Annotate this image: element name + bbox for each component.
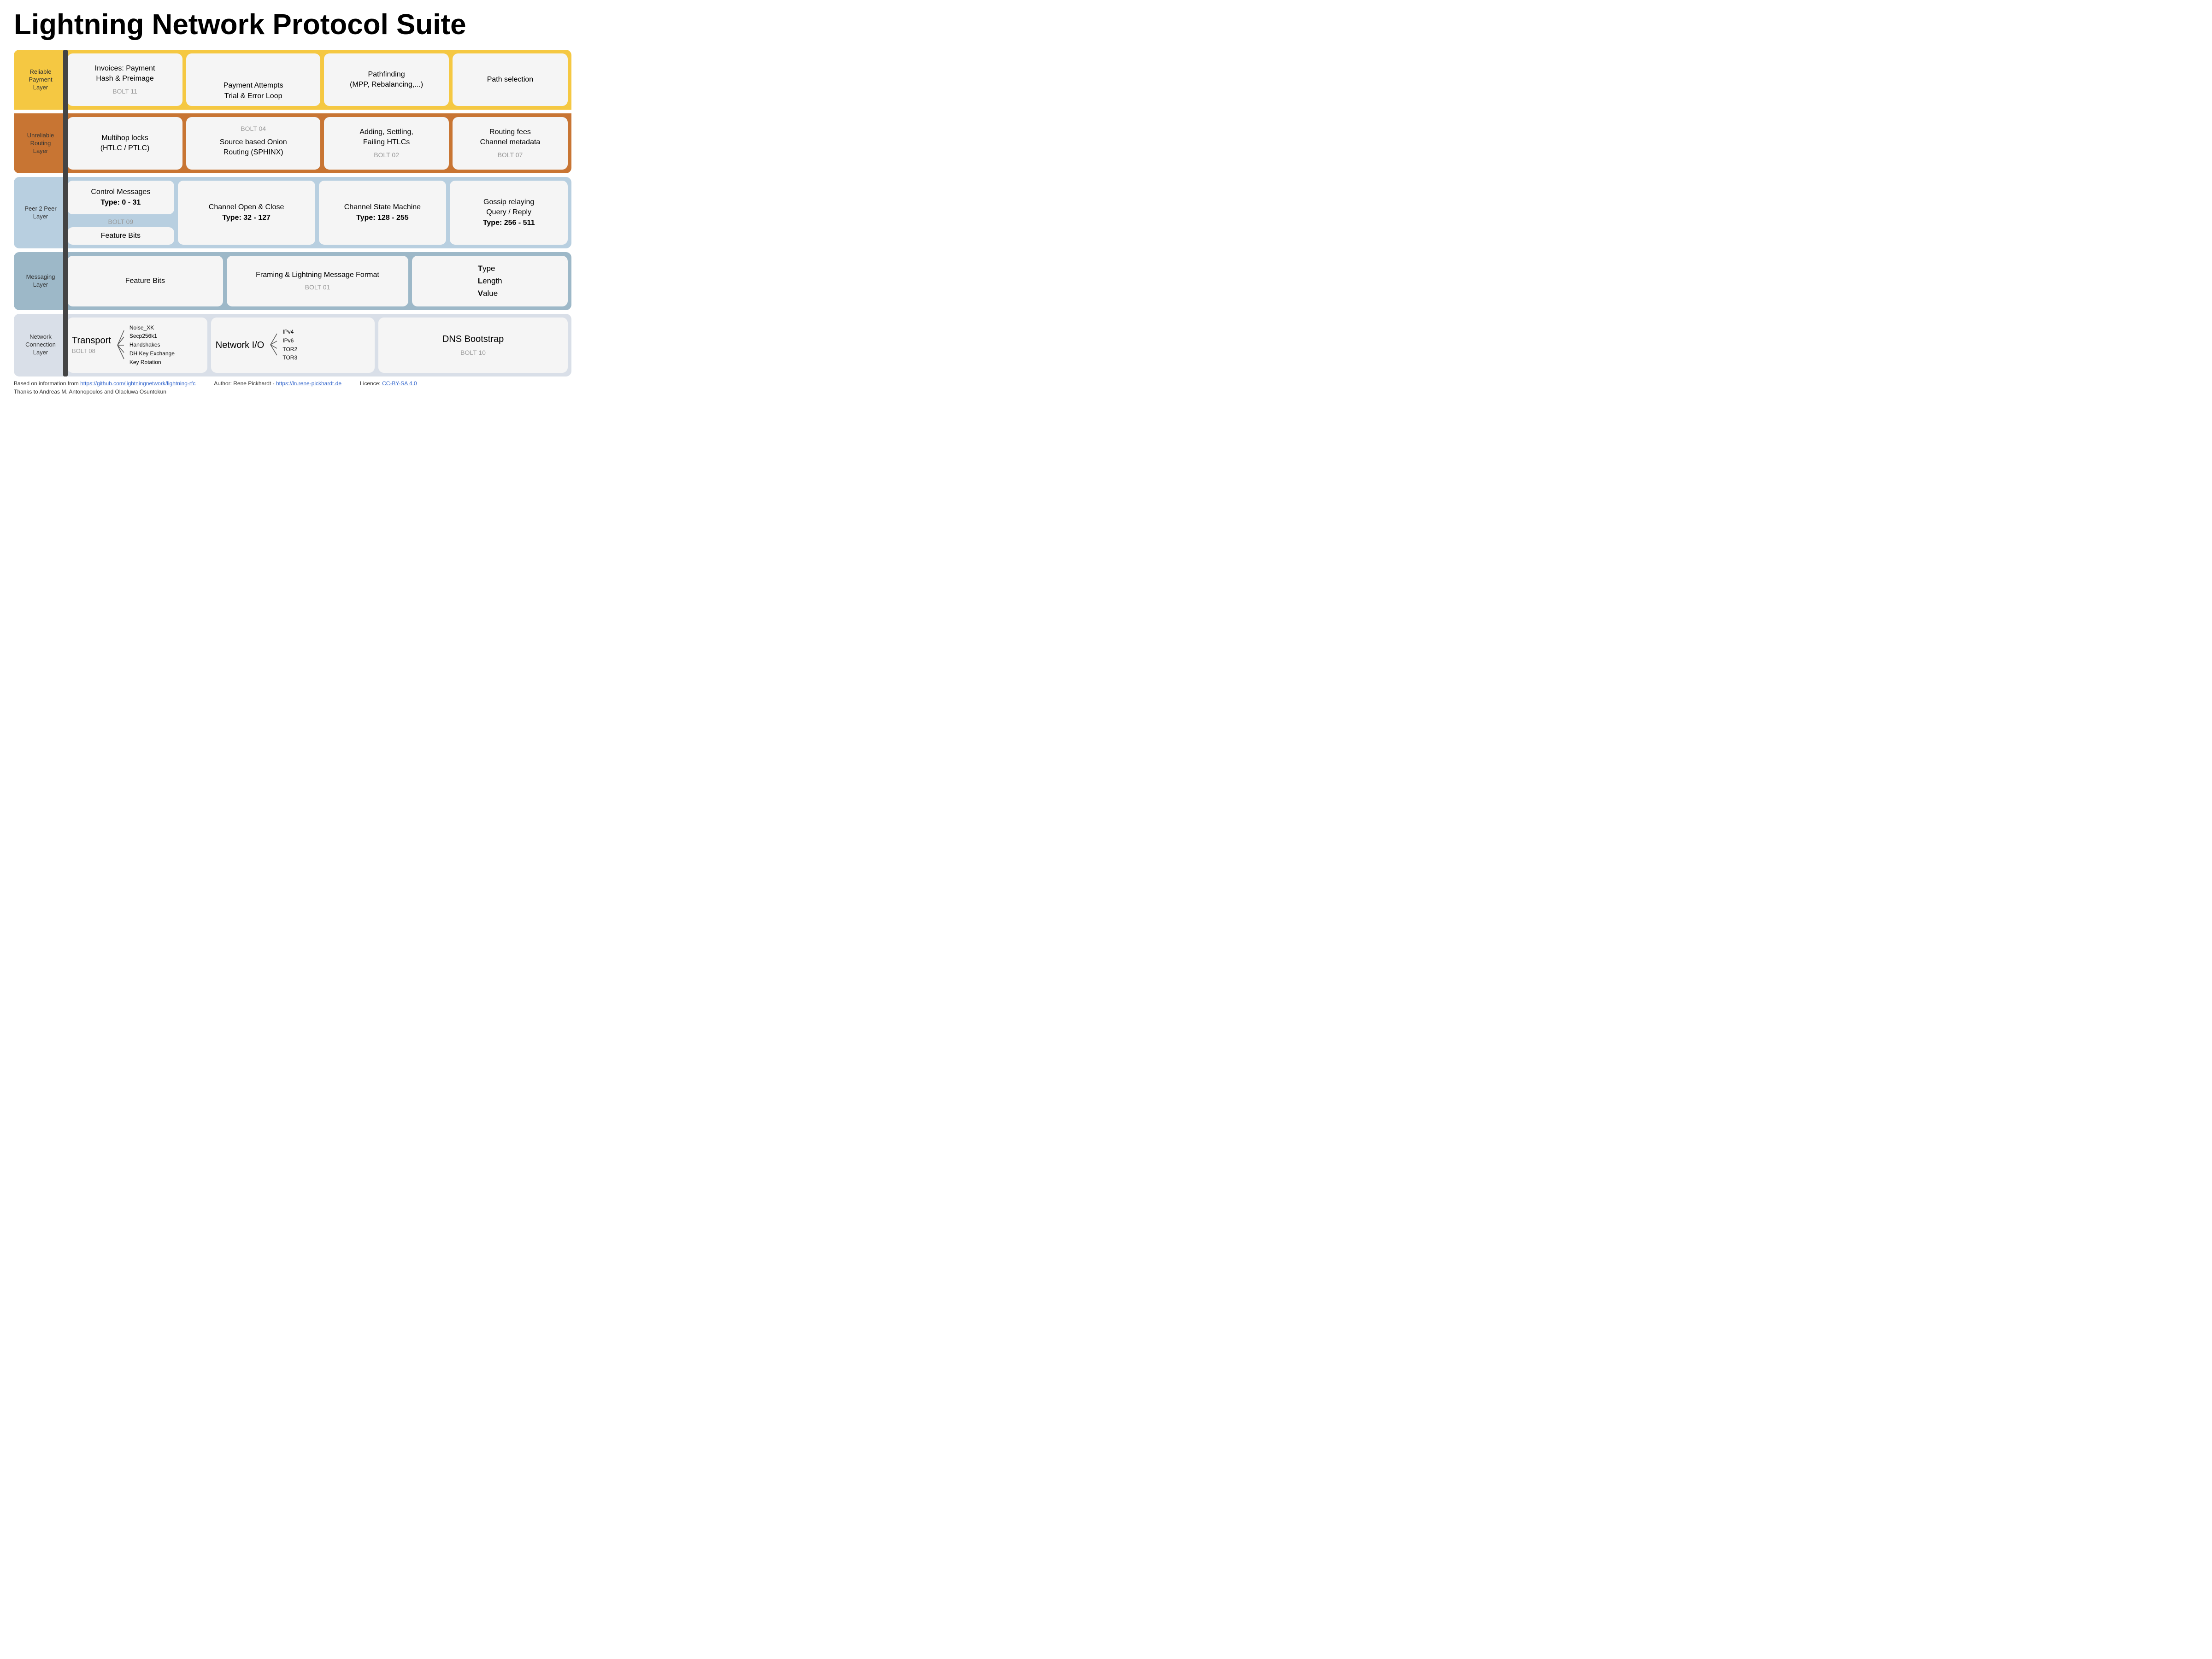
chan-state-type: Type: 128 - 255	[356, 213, 409, 223]
chan-open-card: Channel Open & Close Type: 32 - 127	[178, 181, 315, 245]
network-io-title: Network I/O	[216, 339, 265, 352]
network-io-ipv6: IPv6	[282, 337, 294, 345]
messaging-label: MessagingLayer	[18, 256, 64, 306]
footer-based-on: Based on information from https://github…	[14, 380, 195, 387]
sphinx-title: Source based OnionRouting (SPHINX)	[220, 137, 287, 158]
framing-title: Framing & Lightning Message Format	[256, 270, 379, 280]
network-io-tor3: TOR3	[282, 354, 297, 362]
messaging-cards: Feature Bits Framing & Lightning Message…	[67, 256, 568, 306]
footer-row1: Based on information from https://github…	[14, 380, 571, 387]
routing-fees-title: Routing feesChannel metadata	[480, 127, 541, 148]
routing-fees-card: Routing feesChannel metadata BOLT 07	[453, 117, 568, 170]
bolt11-title: Invoices: PaymentHash & Preimage	[95, 64, 155, 84]
tlv-card: Type Length Value	[412, 256, 568, 306]
footer-author: Author: Rene Pickhardt - https://ln.rene…	[214, 380, 341, 387]
reliable-payment-cards: Invoices: PaymentHash & Preimage BOLT 11…	[67, 53, 568, 106]
transport-title: Transport	[72, 334, 111, 347]
peer2peer-label: Peer 2 PeerLayer	[18, 181, 64, 245]
chan-state-title: Channel State Machine	[344, 202, 421, 212]
gossip-title: Gossip relayingQuery / Reply	[483, 197, 534, 218]
gossip-card: Gossip relayingQuery / Reply Type: 256 -…	[450, 181, 568, 245]
footer-thanks: Thanks to Andreas M. Antonopoulos and Ol…	[14, 388, 571, 395]
chan-open-type: Type: 32 - 127	[222, 213, 271, 223]
reliable-payment-label: ReliablePaymentLayer	[18, 53, 64, 106]
htlc-title: Adding, Settling,Failing HTLCs	[359, 127, 413, 148]
chan-state-card: Channel State Machine Type: 128 - 255	[319, 181, 447, 245]
unreliable-routing-label: UnreliableRoutingLayer	[18, 117, 64, 170]
pathfinding-title: Pathfinding(MPP, Rebalancing,...)	[350, 70, 423, 90]
transport-item-2: Secp256k1	[129, 332, 157, 340]
transport-card: Transport BOLT 08 Noise_XK Secp256k1 Han…	[67, 318, 207, 373]
author-link[interactable]: https://ln.rene-pickhardt.de	[276, 380, 341, 387]
transport-item-3: Handshakes	[129, 341, 160, 349]
network-io-card: Network I/O IPv4 IPv6 TOR2 TOR3	[211, 318, 375, 373]
bolt11-sub: BOLT 11	[112, 87, 137, 96]
path-selection-card: Path selection	[453, 53, 568, 106]
network-connection-cards: Transport BOLT 08 Noise_XK Secp256k1 Han…	[67, 318, 568, 373]
footer: Based on information from https://github…	[14, 380, 571, 395]
licence-link[interactable]: CC-BY-SA 4.0	[382, 380, 417, 387]
transport-item-5: Key Rotation	[129, 359, 161, 366]
peer2peer-cards: Control Messages Type: 0 - 31 BOLT 09 Fe…	[67, 181, 568, 245]
transport-branch-icon	[116, 327, 125, 364]
transport-sub: BOLT 08	[72, 347, 95, 355]
network-io-tor2: TOR2	[282, 346, 297, 353]
bolt04-sub: BOLT 04	[241, 124, 266, 134]
pathfinding-card: Pathfinding(MPP, Rebalancing,...)	[324, 53, 449, 106]
unreliable-routing-cards: Multihop locks(HTLC / PTLC) BOLT 04 Sour…	[67, 117, 568, 170]
vertical-bar	[63, 50, 68, 376]
htlc-card: Adding, Settling,Failing HTLCs BOLT 02	[324, 117, 449, 170]
feature-bits-title: Feature Bits	[125, 276, 165, 286]
transport-item-1: Noise_XK	[129, 324, 154, 332]
framing-card: Framing & Lightning Message Format BOLT …	[227, 256, 409, 306]
transport-items: Noise_XK Secp256k1 Handshakes DH Key Exc…	[129, 324, 175, 366]
p2p-left-col: Control Messages Type: 0 - 31 BOLT 09 Fe…	[67, 181, 174, 245]
chan-open-title: Channel Open & Close	[209, 202, 284, 212]
bolt07-sub: BOLT 07	[498, 151, 523, 160]
bolt02-sub: BOLT 02	[374, 151, 399, 160]
diagram-container: ReliablePaymentLayer Invoices: PaymentHa…	[14, 50, 571, 376]
bolt09-label: BOLT 09	[67, 216, 174, 225]
github-link[interactable]: https://github.com/lightningnetwork/ligh…	[80, 380, 195, 387]
multihop-title: Multihop locks(HTLC / PTLC)	[100, 133, 150, 154]
bolt04-top-title: Payment AttemptsTrial & Error Loop	[224, 81, 283, 101]
control-msg-type: Type: 0 - 31	[100, 198, 141, 208]
unreliable-routing-row: UnreliableRoutingLayer Multihop locks(HT…	[14, 113, 571, 173]
tlv-content: Type Length Value	[478, 262, 502, 300]
transport-title-group: Transport BOLT 08	[72, 334, 111, 355]
bolt10-sub: BOLT 10	[460, 348, 486, 358]
network-connection-label: NetworkConnectionLayer	[18, 318, 64, 373]
network-io-items: IPv4 IPv6 TOR2 TOR3	[282, 328, 297, 362]
bolt11-card: Invoices: PaymentHash & Preimage BOLT 11	[67, 53, 182, 106]
messaging-row: MessagingLayer Feature Bits Framing & Li…	[14, 252, 571, 310]
networkio-branch-icon	[269, 330, 278, 360]
page-title: Lightning Network Protocol Suite	[14, 9, 571, 41]
peer2peer-row: Peer 2 PeerLayer Control Messages Type: …	[14, 177, 571, 248]
dns-title: DNS Bootstrap	[442, 333, 504, 346]
reliable-payment-row: ReliablePaymentLayer Invoices: PaymentHa…	[14, 50, 571, 110]
bolt04-bottom-card: BOLT 04 Source based OnionRouting (SPHIN…	[186, 117, 320, 170]
control-messages-card: Control Messages Type: 0 - 31	[67, 181, 174, 214]
feature-bits-p2p-card: Feature Bits	[67, 227, 174, 245]
bolt04-card: Payment AttemptsTrial & Error Loop	[186, 53, 320, 106]
network-connection-row: NetworkConnectionLayer Transport BOLT 08…	[14, 314, 571, 377]
bolt01-sub: BOLT 01	[305, 283, 330, 292]
path-selection-title: Path selection	[487, 75, 534, 85]
gossip-type: Type: 256 - 511	[483, 218, 535, 228]
footer-licence: Licence: CC-BY-SA 4.0	[360, 380, 417, 387]
transport-item-4: DH Key Exchange	[129, 350, 175, 358]
control-msg-title: Control Messages	[91, 187, 150, 197]
multihop-card: Multihop locks(HTLC / PTLC)	[67, 117, 182, 170]
network-io-ipv4: IPv4	[282, 328, 294, 336]
feature-bits-card: Feature Bits	[67, 256, 223, 306]
dns-bootstrap-card: DNS Bootstrap BOLT 10	[378, 318, 568, 373]
